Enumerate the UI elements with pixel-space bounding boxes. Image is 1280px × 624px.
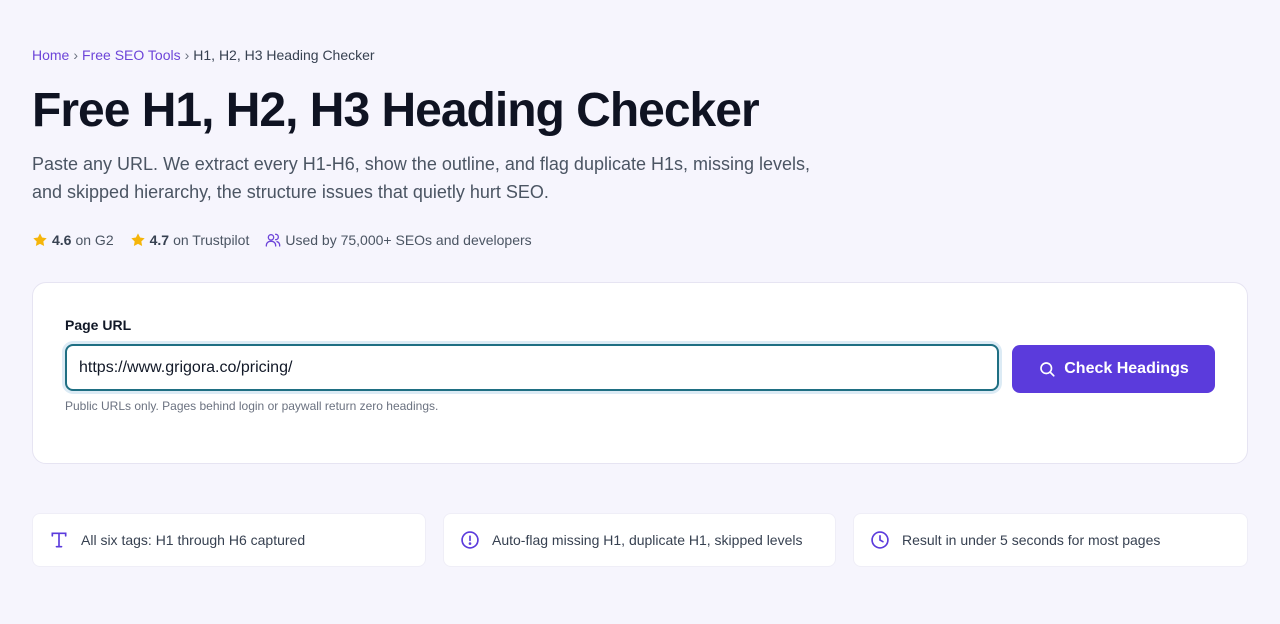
page-title: Free H1, H2, H3 Heading Checker [32,84,760,137]
trustpilot-rating-label: on Trustpilot [173,232,250,248]
trustpilot-rating-value: 4.7 [149,232,170,248]
g2-rating-value: 4.6 [52,232,72,248]
breadcrumb-home-link[interactable]: Home [32,47,69,63]
star-icon [33,233,47,246]
user-count-text: Used by 75,000+ SEOs and developers [285,232,532,248]
breadcrumb: Home › Free SEO Tools › H1, H2, H3 Heading C… [32,45,375,65]
clock-icon [871,531,889,549]
feature-text: Result in under 5 seconds for most pages [902,532,1161,548]
trustpilot-rating: 4.7 on Trustpilot [130,230,250,250]
g2-rating: 4.6 on G2 [32,230,114,250]
breadcrumb-current: H1, H2, H3 Heading Checker [193,47,375,63]
user-count: Used by 75,000+ SEOs and developers [265,230,532,250]
check-headings-button[interactable]: Check Headings [1012,345,1215,393]
url-label: Page URL [65,317,132,333]
feature-text: Auto-flag missing H1, duplicate H1, skip… [492,532,803,548]
page-subtitle: Paste any URL. We extract every H1-H6, s… [32,154,811,202]
star-icon [130,233,145,246]
type-icon [51,532,67,548]
feature-item: Result in under 5 seconds for most pages [853,513,1248,567]
feature-item: All six tags: H1 through H6 captured [32,513,426,567]
breadcrumb-separator: › [73,47,79,63]
social-proof: 4.6 on G2 4.7 on Trustpilot Used by 75,0… [32,230,548,250]
features-row: All six tags: H1 through H6 captured Aut… [32,513,1248,567]
search-icon [1040,362,1055,377]
url-input[interactable] [65,344,999,391]
url-form-card: Page URL Public URLs only. Pages behind … [32,282,1248,464]
g2-rating-label: on G2 [75,232,114,248]
url-hint: Public URLs only. Pages behind login or … [65,399,439,413]
feature-item: Auto-flag missing H1, duplicate H1, skip… [443,513,836,567]
breadcrumb-tools-link[interactable]: Free SEO Tools [82,47,181,63]
check-headings-label: Check Headings [1064,360,1189,377]
alert-circle-icon [461,531,479,549]
breadcrumb-separator: › [184,47,190,63]
feature-text: All six tags: H1 through H6 captured [81,532,306,548]
users-icon [266,233,281,247]
